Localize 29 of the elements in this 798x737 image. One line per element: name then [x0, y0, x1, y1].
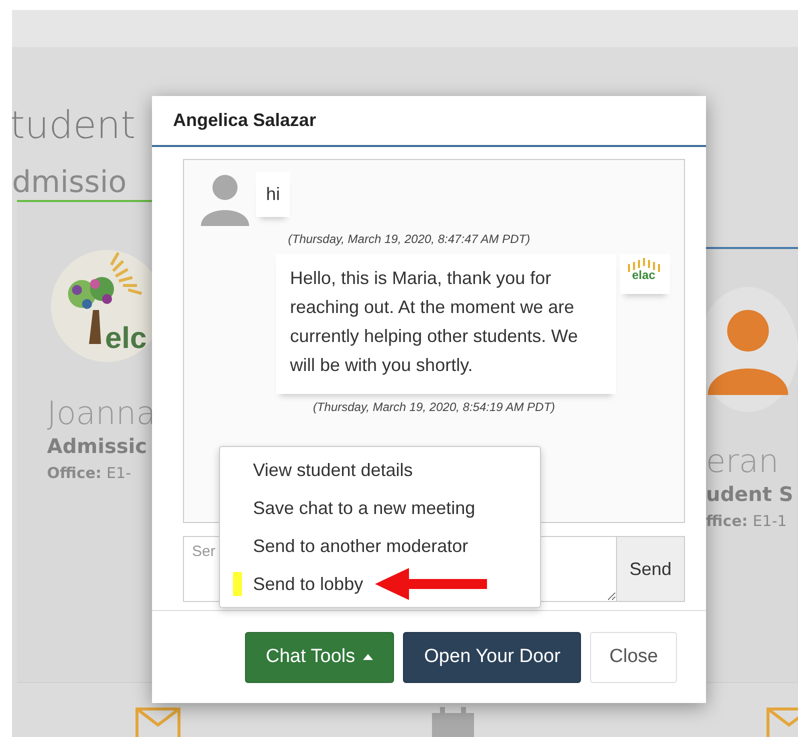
menu-item[interactable]: Send to lobby — [253, 574, 364, 594]
office-label: ffice: — [706, 512, 748, 530]
caret-icon — [363, 654, 374, 660]
office-number: E1-1 — [752, 512, 787, 530]
logo-text: elc — [105, 322, 147, 356]
menu-item[interactable]: Send to another moderator — [253, 536, 468, 556]
page-heading: tudent — [12, 103, 136, 147]
logo: elac — [620, 254, 670, 294]
user-icon — [198, 172, 252, 226]
staff-role: Admissic — [47, 434, 148, 458]
office-label: Office: — [47, 464, 102, 482]
close-button[interactable]: Close — [590, 632, 677, 682]
calendar-icon — [430, 707, 476, 737]
open-door-button[interactable]: Open Your Door — [403, 632, 582, 682]
section-heading: dmissio — [12, 165, 128, 200]
menu-item[interactable]: View student details — [253, 460, 413, 480]
envelope-icon — [135, 707, 181, 737]
staff-role: udent S — [706, 482, 794, 506]
message-text: Hello, this is Maria, thank you for reaching out. At the moment we are currently helping other students. We will be with you shortly. — [276, 254, 616, 394]
office-number: E1- — [106, 464, 131, 482]
message-time: (Thursday, March 19, 2020, 8:54:19 AM PDT) — [312, 400, 556, 414]
send-button[interactable]: Send — [616, 536, 685, 602]
dialog-title: Angelica Salazar — [173, 110, 316, 131]
staff-name: Joanna — [47, 394, 152, 432]
message-time: (Thursday, March 19, 2020, 8:47:47 AM PDT) — [288, 232, 530, 246]
chat-tools-button[interactable]: Chat Tools — [244, 632, 394, 682]
message-text: hi — [256, 172, 290, 217]
staff-name: eran — [706, 442, 780, 480]
menu-item[interactable]: Save chat to a new meeting — [253, 498, 476, 518]
